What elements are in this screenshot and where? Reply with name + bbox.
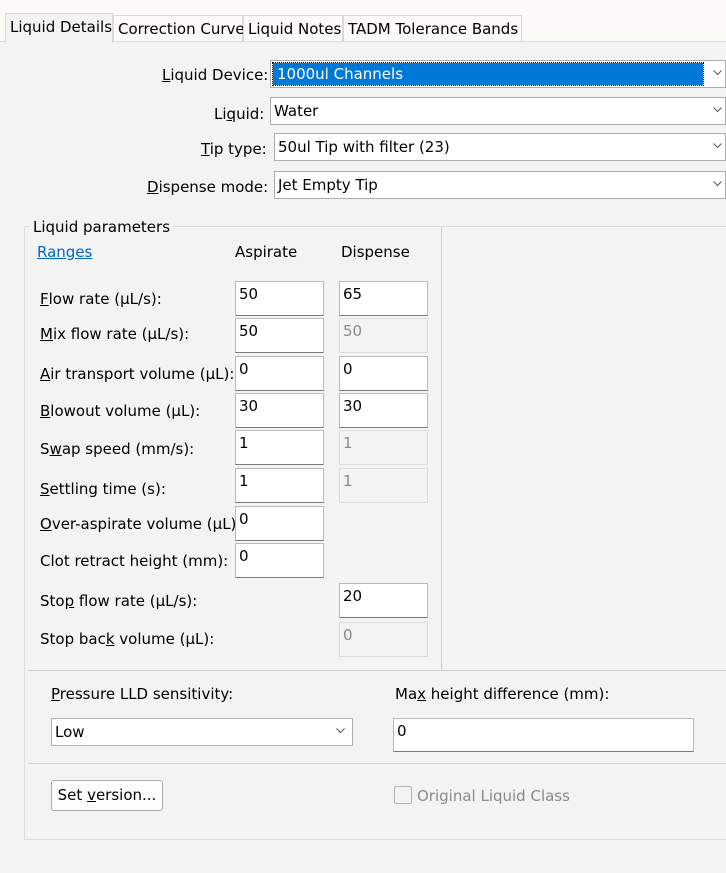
flow-rate-aspirate-input[interactable]: 50 <box>235 281 324 316</box>
tab-liquid-notes[interactable]: Liquid Notes <box>243 15 343 41</box>
liquid-device-select[interactable]: 1000ul Channels <box>270 60 726 88</box>
tab-liquid-details[interactable]: Liquid Details <box>5 13 113 43</box>
ranges-link[interactable]: Ranges <box>37 243 92 261</box>
tip-type-value: 50ul Tip with filter (23) <box>278 138 450 156</box>
tab-tadm-tolerance-bands[interactable]: TADM Tolerance Bands <box>343 15 522 41</box>
swap-speed-label: Swap speed (mm/s): <box>40 440 195 458</box>
liquid-value: Water <box>274 102 319 120</box>
settling-time-label: Settling time (s): <box>40 480 166 498</box>
clot-retract-height-label: Clot retract height (mm): <box>40 552 229 570</box>
swap-speed-dispense-input: 1 <box>339 430 428 465</box>
mix-flow-rate-label: Mix flow rate (µL/s): <box>40 325 190 343</box>
liquid-device-value: 1000ul Channels <box>272 62 704 86</box>
settling-time-aspirate-input[interactable]: 1 <box>235 468 324 503</box>
tab-bar: Liquid Details Correction Curve Liquid N… <box>0 0 726 43</box>
air-transport-dispense-input[interactable]: 0 <box>339 356 428 391</box>
stop-back-volume-label: Stop back volume (µL): <box>40 630 215 648</box>
flow-rate-label: Flow rate (µL/s): <box>40 290 162 308</box>
clot-retract-height-input[interactable]: 0 <box>235 543 324 578</box>
chevron-down-icon <box>713 70 722 78</box>
pressure-lld-label: Pressure LLD sensitivity: <box>51 685 234 703</box>
over-aspirate-input[interactable]: 0 <box>235 506 324 541</box>
dispense-header: Dispense <box>341 243 410 261</box>
swap-speed-aspirate-input[interactable]: 1 <box>235 430 324 465</box>
max-height-difference-input[interactable]: 0 <box>393 718 694 752</box>
dispense-mode-select[interactable]: Jet Empty Tip <box>274 171 726 199</box>
divider <box>441 227 442 670</box>
dispense-mode-label: Dispense mode: <box>147 178 269 196</box>
over-aspirate-volume-label: Over-aspirate volume (µL): <box>40 515 242 533</box>
tip-type-select[interactable]: 50ul Tip with filter (23) <box>274 133 726 161</box>
chevron-down-icon <box>713 107 722 115</box>
pressure-lld-select[interactable]: Low <box>51 718 353 746</box>
blowout-dispense-input[interactable]: 30 <box>339 393 428 428</box>
dispense-mode-value: Jet Empty Tip <box>278 176 378 194</box>
pressure-lld-value: Low <box>55 723 85 741</box>
aspirate-header: Aspirate <box>235 243 298 261</box>
blowout-aspirate-input[interactable]: 30 <box>235 393 324 428</box>
liquid-label: Liquid: <box>214 105 265 123</box>
chevron-down-icon <box>713 143 722 151</box>
liquid-device-label: Liquid Device: <box>162 66 269 84</box>
chevron-down-icon <box>336 728 345 736</box>
air-transport-volume-label: Air transport volume (µL): <box>40 365 235 383</box>
stop-flow-rate-label: Stop flow rate (µL/s): <box>40 592 198 610</box>
original-liquid-class-checkbox[interactable] <box>394 786 412 804</box>
divider <box>28 670 726 671</box>
tip-type-label: Tip type: <box>201 140 267 158</box>
mix-flow-rate-aspirate-input[interactable]: 50 <box>235 318 324 353</box>
settling-time-dispense-input: 1 <box>339 468 428 503</box>
tab-label: TADM Tolerance Bands <box>348 20 519 38</box>
mix-flow-rate-dispense-input: 50 <box>339 318 428 353</box>
tab-correction-curve[interactable]: Correction Curve <box>113 15 245 41</box>
air-transport-aspirate-input[interactable]: 0 <box>235 356 324 391</box>
liquid-parameters-title: Liquid parameters <box>30 218 174 236</box>
flow-rate-dispense-input[interactable]: 65 <box>339 281 428 316</box>
stop-flow-rate-dispense-input[interactable]: 20 <box>339 583 428 618</box>
set-version-button[interactable]: Set version... <box>51 780 163 811</box>
liquid-select[interactable]: Water <box>270 97 726 125</box>
tab-label: Liquid Details <box>10 18 113 36</box>
tab-label: Correction Curve <box>118 20 245 38</box>
original-liquid-class-label: Original Liquid Class <box>417 787 570 805</box>
chevron-down-icon <box>713 181 722 189</box>
stop-back-volume-dispense-input: 0 <box>339 622 428 657</box>
blowout-volume-label: Blowout volume (µL): <box>40 402 201 420</box>
max-height-difference-label: Max height difference (mm): <box>395 685 610 703</box>
divider <box>28 763 726 764</box>
tab-label: Liquid Notes <box>248 20 342 38</box>
